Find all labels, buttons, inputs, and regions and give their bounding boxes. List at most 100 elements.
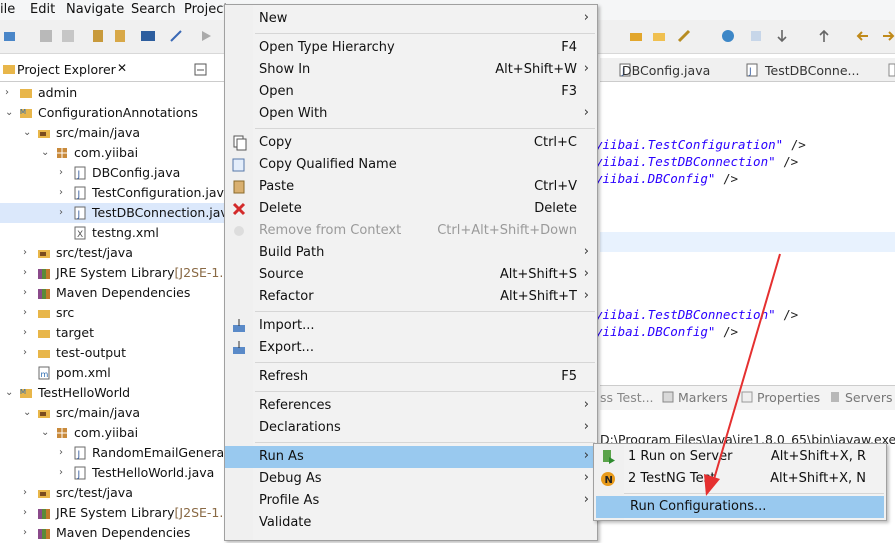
tree-file-pom[interactable]: m pom.xml xyxy=(0,363,238,383)
close-icon[interactable]: ✕ xyxy=(117,61,127,75)
minimize-icon[interactable] xyxy=(194,63,207,76)
tree-file-dbconfig[interactable]: › J DBConfig.java xyxy=(0,163,238,183)
menu-item-declarations[interactable]: Declarations › xyxy=(225,417,597,439)
menu-item-copy[interactable]: Copy Ctrl+C xyxy=(225,132,597,154)
tab-servers[interactable]: Servers xyxy=(845,390,893,405)
editor-tab-testdbconnection[interactable]: TestDBConne... xyxy=(765,63,859,78)
tree-maven-dependencies-2[interactable]: › Maven Dependencies xyxy=(0,523,238,543)
project-icon xyxy=(20,89,32,98)
tree-project-testhelloworld[interactable]: ⌄ M TestHelloWorld xyxy=(0,383,238,403)
menu-item-open-with[interactable]: Open With › xyxy=(225,103,597,125)
menu-item-source[interactable]: Source Alt+Shift+S › xyxy=(225,264,597,286)
save-all-icon[interactable] xyxy=(60,28,76,44)
menu-project[interactable]: Project xyxy=(184,2,228,17)
expand-chevron-icon[interactable]: › xyxy=(23,287,33,299)
menu-item-remove-from-context[interactable]: Remove from Context Ctrl+Alt+Shift+Down xyxy=(225,220,597,242)
skip-breakpoints-icon[interactable] xyxy=(168,28,184,44)
collapse-chevron-icon[interactable]: ⌄ xyxy=(5,107,15,119)
copy-qualified-name-icon xyxy=(232,158,245,172)
expand-chevron-icon[interactable]: › xyxy=(59,467,69,479)
collapse-chevron-icon[interactable]: ⌄ xyxy=(5,387,15,399)
tree-project-admin[interactable]: › admin xyxy=(0,83,238,103)
menu-item-copy-qualified-name[interactable]: Copy Qualified Name xyxy=(225,154,597,176)
tree-jre-library[interactable]: › JRE System Library[J2SE-1.5 xyxy=(0,263,238,283)
tree-folder-test-output[interactable]: › test-output xyxy=(0,343,238,363)
menu-item-label: Source xyxy=(259,267,304,282)
expand-chevron-icon[interactable]: › xyxy=(23,327,33,339)
tree-file-randomemailgenerator[interactable]: › J RandomEmailGenerato xyxy=(0,443,238,463)
tree-file-testconfiguration[interactable]: › J TestConfiguration.java xyxy=(0,183,238,203)
menu-item-validate[interactable]: Validate xyxy=(225,512,597,534)
expand-chevron-icon[interactable]: › xyxy=(59,167,69,179)
tree-src-main-java-2[interactable]: ⌄ src/main/java xyxy=(0,403,238,423)
expand-chevron-icon[interactable]: › xyxy=(23,527,33,539)
tree-folder-src[interactable]: › src xyxy=(0,303,238,323)
prev-annotation-icon[interactable] xyxy=(816,28,832,44)
menu-item-open[interactable]: Open F3 xyxy=(225,81,597,103)
expand-chevron-icon[interactable]: › xyxy=(5,87,15,99)
expand-chevron-icon[interactable]: › xyxy=(23,267,33,279)
globe-icon[interactable] xyxy=(720,28,736,44)
menu-item-import[interactable]: Import... xyxy=(225,315,597,337)
menu-item-build-path[interactable]: Build Path › xyxy=(225,242,597,264)
collapse-chevron-icon[interactable]: ⌄ xyxy=(41,147,51,159)
tab-test-results[interactable]: ss Test... xyxy=(600,390,654,405)
tree-package-2[interactable]: ⌄ com.yiibai xyxy=(0,423,238,443)
resume-icon[interactable] xyxy=(198,28,214,44)
terminal-icon[interactable] xyxy=(140,28,156,44)
menu-item-new[interactable]: New › xyxy=(225,8,597,30)
build-all-icon[interactable] xyxy=(112,28,128,44)
back-icon[interactable] xyxy=(855,28,871,44)
tree-src-test-java-2[interactable]: › src/test/java xyxy=(0,483,238,503)
submenu-arrow-icon: › xyxy=(583,492,589,507)
edit-icon[interactable] xyxy=(748,28,764,44)
menu-item-debug-as[interactable]: Debug As › xyxy=(225,468,597,490)
build-icon[interactable] xyxy=(90,28,106,44)
new-icon[interactable] xyxy=(2,28,18,44)
menu-item-paste[interactable]: Paste Ctrl+V xyxy=(225,176,597,198)
menu-item-show-in[interactable]: Show In Alt+Shift+W › xyxy=(225,59,597,81)
collapse-chevron-icon[interactable]: ⌄ xyxy=(23,407,33,419)
project-explorer-tab[interactable]: Project Explorer ✕ xyxy=(0,58,238,82)
menu-item-run-as[interactable]: Run As › xyxy=(225,446,597,468)
pen-icon[interactable] xyxy=(676,28,692,44)
expand-chevron-icon[interactable]: › xyxy=(23,307,33,319)
tree-jre-library-2[interactable]: › JRE System Library[J2SE-1.5 xyxy=(0,503,238,523)
menu-file[interactable]: ile xyxy=(0,2,15,17)
expand-chevron-icon[interactable]: › xyxy=(23,347,33,359)
tree-maven-dependencies[interactable]: › Maven Dependencies xyxy=(0,283,238,303)
editor-tab-dbconfig[interactable]: DBConfig.java xyxy=(622,63,710,78)
tree-package[interactable]: ⌄ com.yiibai xyxy=(0,143,238,163)
collapse-chevron-icon[interactable]: ⌄ xyxy=(41,427,51,439)
menu-item-references[interactable]: References › xyxy=(225,395,597,417)
open-package-icon[interactable] xyxy=(628,28,644,44)
expand-chevron-icon[interactable]: › xyxy=(59,207,69,219)
expand-chevron-icon[interactable]: › xyxy=(23,247,33,259)
scroll-icon[interactable] xyxy=(888,62,895,78)
expand-chevron-icon[interactable]: › xyxy=(23,507,33,519)
menu-item-refactor[interactable]: Refactor Alt+Shift+T › xyxy=(225,286,597,308)
menu-item-export[interactable]: Export... xyxy=(225,337,597,359)
menu-item-delete[interactable]: Delete Delete xyxy=(225,198,597,220)
forward-icon[interactable] xyxy=(880,28,895,44)
menu-item-refresh[interactable]: Refresh F5 xyxy=(225,366,597,388)
open-folder-icon[interactable] xyxy=(651,28,667,44)
menu-navigate[interactable]: Navigate xyxy=(66,2,124,17)
save-icon[interactable] xyxy=(38,28,54,44)
menu-edit[interactable]: Edit xyxy=(30,2,55,17)
tree-project-configurationannotations[interactable]: ⌄ M ConfigurationAnnotations xyxy=(0,103,238,123)
tree-file-testng-xml[interactable]: Xtestng.xml xyxy=(0,223,238,243)
next-annotation-icon[interactable] xyxy=(774,28,790,44)
menu-item-open-type-hierarchy[interactable]: Open Type Hierarchy F4 xyxy=(225,37,597,59)
tree-folder-target[interactable]: › target xyxy=(0,323,238,343)
tree-file-testdbconnection[interactable]: › J TestDBConnection.java xyxy=(0,203,238,223)
expand-chevron-icon[interactable]: › xyxy=(59,447,69,459)
menu-search[interactable]: Search xyxy=(131,2,176,17)
menu-item-profile-as[interactable]: Profile As › xyxy=(225,490,597,512)
expand-chevron-icon[interactable]: › xyxy=(59,187,69,199)
tree-src-main-java[interactable]: ⌄ src/main/java xyxy=(0,123,238,143)
collapse-chevron-icon[interactable]: ⌄ xyxy=(23,127,33,139)
tree-file-testhelloworld[interactable]: › J TestHelloWorld.java xyxy=(0,463,238,483)
tree-src-test-java[interactable]: › src/test/java xyxy=(0,243,238,263)
expand-chevron-icon[interactable]: › xyxy=(23,487,33,499)
